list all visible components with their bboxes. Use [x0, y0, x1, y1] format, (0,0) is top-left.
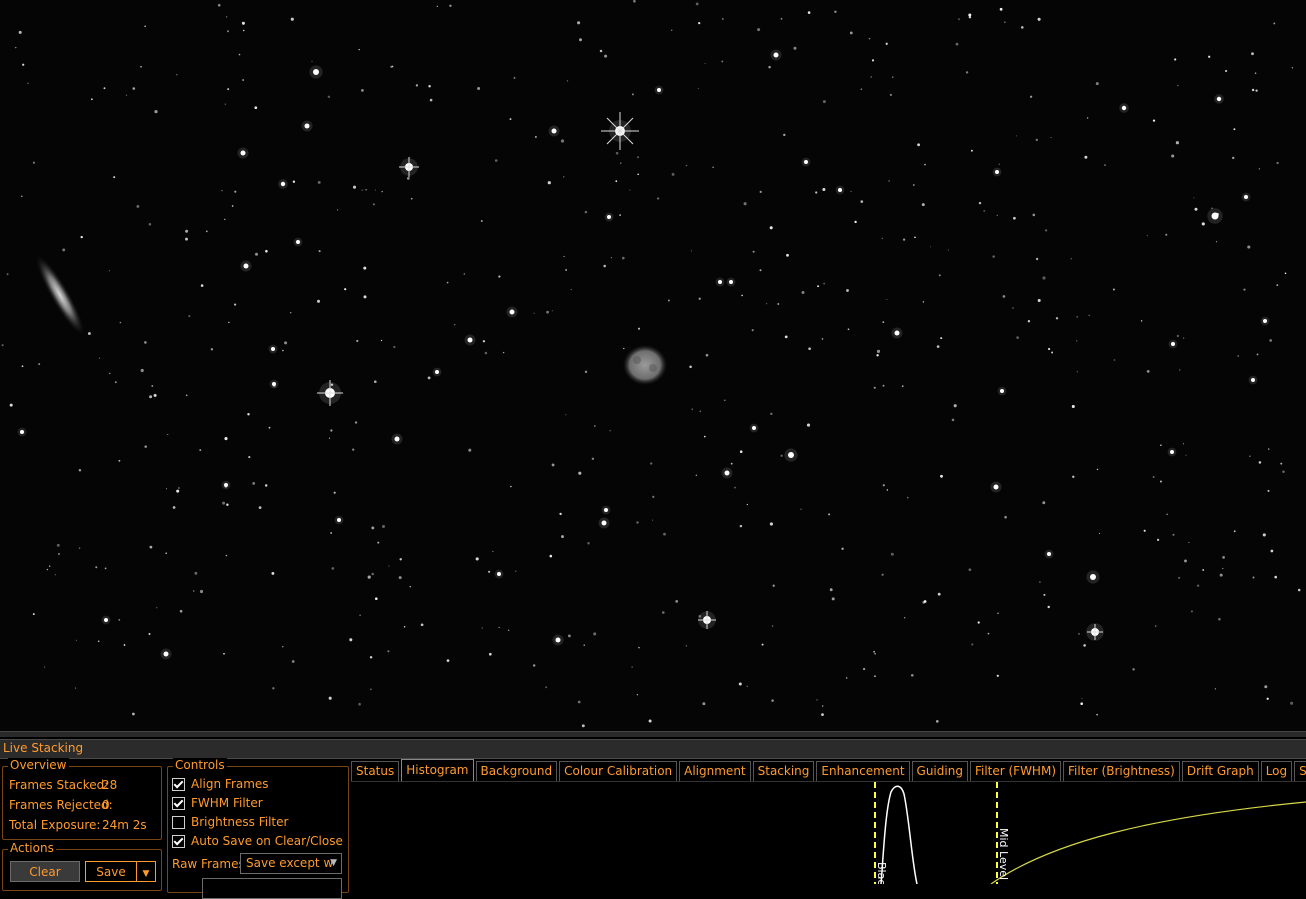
frames-rejected-value: 0	[102, 798, 110, 812]
auto-save-label: Auto Save on Clear/Close	[191, 834, 343, 848]
total-exposure-value: 24m 2s	[102, 818, 147, 832]
spiked-stars	[317, 112, 1103, 640]
checkbox-checked-icon[interactable]	[172, 777, 185, 791]
clear-button[interactable]: Clear	[10, 861, 80, 882]
raw-frames-select[interactable]: Save except w ▼	[240, 853, 342, 874]
controls-legend: Controls	[173, 758, 227, 772]
frames-rejected-label: Frames Rejected:	[9, 798, 113, 812]
transfer-curve	[990, 801, 1306, 885]
align-frames-label: Align Frames	[191, 777, 269, 791]
checkbox-checked-icon[interactable]	[172, 796, 185, 810]
fwhm-filter-label: FWHM Filter	[191, 796, 263, 810]
total-exposure-label: Total Exposure:	[9, 818, 101, 832]
save-button[interactable]: Save	[85, 861, 137, 882]
overview-legend: Overview	[8, 758, 69, 772]
tab-background[interactable]: Background	[475, 761, 558, 781]
histogram-view[interactable]: Black Mid Level	[351, 781, 1306, 892]
checkbox-checked-icon[interactable]	[172, 834, 185, 848]
frames-stacked-value: 28	[102, 778, 118, 792]
brightness-filter-checkbox[interactable]: Brightness Filter	[172, 814, 288, 830]
tab-status[interactable]: Status	[351, 761, 400, 781]
live-stacking-panel: Live Stacking Overview Frames Stacked: 2…	[0, 731, 1306, 899]
tab-log[interactable]: Log	[1260, 761, 1293, 781]
panel-title-bar: Live Stacking	[0, 739, 1306, 759]
panel-title: Live Stacking	[3, 741, 84, 755]
fwhm-filter-checkbox[interactable]: FWHM Filter	[172, 795, 263, 811]
tab-alignment[interactable]: Alignment	[679, 761, 751, 781]
edge-on-galaxy	[35, 254, 85, 336]
brightness-filter-label: Brightness Filter	[191, 815, 289, 829]
tab-stacking[interactable]: Stacking	[752, 761, 815, 781]
tab-colour-calibration[interactable]: Colour Calibration	[559, 761, 678, 781]
star-field-image	[1, 0, 1301, 728]
tab-drift-graph[interactable]: Drift Graph	[1181, 761, 1259, 781]
actions-group: Actions Clear Save ▼	[2, 841, 162, 891]
black-level-label: Black	[875, 862, 888, 884]
raw-frames-value: Save except w	[246, 856, 334, 870]
chevron-down-icon: ▼	[330, 858, 337, 868]
panel-splitter[interactable]	[0, 731, 1306, 737]
tab-guiding[interactable]: Guiding	[911, 761, 968, 781]
owl-nebula	[623, 345, 667, 385]
tab-filter-fwhm[interactable]: Filter (FWHM)	[969, 761, 1061, 781]
tab-filter-brightness[interactable]: Filter (Brightness)	[1063, 761, 1180, 781]
tab-strip: Status Histogram Background Colour Calib…	[351, 759, 1306, 781]
controls-group: Controls Align Frames FWHM Filter Bright…	[167, 758, 349, 899]
checkbox-unchecked-icon[interactable]	[172, 815, 185, 829]
tab-settings[interactable]: Settings	[1294, 761, 1306, 781]
frames-stacked-label: Frames Stacked:	[9, 778, 109, 792]
mid-level-label: Mid Level	[997, 828, 1010, 880]
tab-histogram[interactable]: Histogram	[401, 759, 474, 781]
tab-enhancement[interactable]: Enhancement	[816, 761, 910, 781]
secondary-select[interactable]	[202, 878, 342, 899]
actions-legend: Actions	[8, 841, 56, 855]
stacked-image-view[interactable]	[0, 0, 1306, 731]
histogram-plot: Black Mid Level	[874, 782, 1306, 892]
chevron-down-icon: ▼	[142, 869, 150, 879]
raw-frames-label: Raw Frames	[172, 857, 245, 871]
save-dropdown-button[interactable]: ▼	[136, 861, 156, 882]
auto-save-checkbox[interactable]: Auto Save on Clear/Close	[172, 833, 343, 849]
overview-group: Overview Frames Stacked: 28 Frames Rejec…	[2, 758, 162, 840]
align-frames-checkbox[interactable]: Align Frames	[172, 776, 269, 792]
